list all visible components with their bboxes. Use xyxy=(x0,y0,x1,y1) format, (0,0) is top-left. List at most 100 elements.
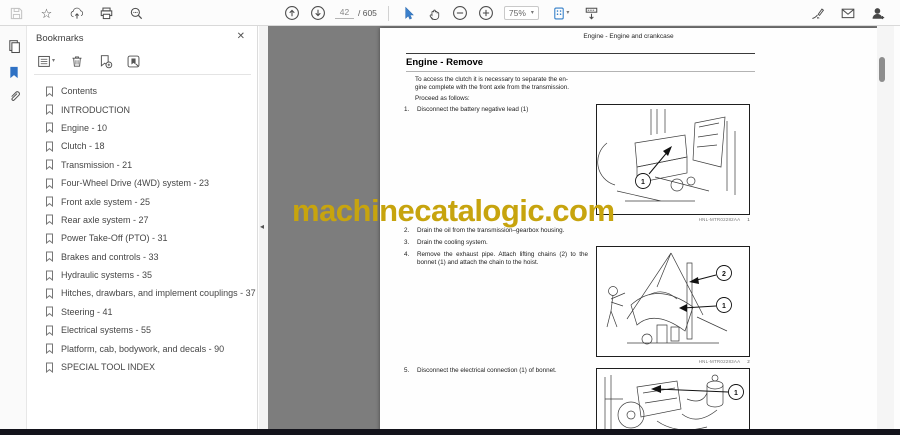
bookmarks-panel-title: Bookmarks xyxy=(36,33,84,44)
intro-line: To access the clutch it is necessary to … xyxy=(415,76,568,83)
intro-line: gine complete with the front axle from t… xyxy=(415,84,569,92)
page-total-label: / 605 xyxy=(358,8,377,18)
figure-callout: 1 xyxy=(641,179,645,186)
next-page-icon[interactable] xyxy=(309,3,326,23)
page-thumbnails-icon[interactable] xyxy=(6,38,22,54)
save-icon[interactable] xyxy=(8,3,25,23)
bookmark-label: Contents xyxy=(61,86,98,97)
running-header: Engine - Engine and crankcase xyxy=(583,33,674,40)
taskbar-edge xyxy=(0,429,900,435)
fit-width-icon[interactable] xyxy=(583,3,600,23)
print-icon[interactable] xyxy=(98,3,115,23)
panel-splitter[interactable]: ◂ xyxy=(259,26,268,429)
attachments-icon[interactable] xyxy=(6,88,22,104)
bookmark-label: Brakes and controls - 33 xyxy=(61,251,159,262)
step-1: 1. Disconnect the battery negative lead (… xyxy=(404,106,588,114)
bookmark-label: SPECIAL TOOL INDEX xyxy=(61,362,156,373)
bookmark-label: Power Take-Off (PTO) - 31 xyxy=(61,233,168,244)
bookmark-options-icon[interactable]: ▾ xyxy=(35,53,57,69)
figure-callout: 1 xyxy=(722,303,726,310)
search-icon[interactable] xyxy=(128,3,145,23)
bookmark-item-4wd[interactable]: Four-Wheel Drive (4WD) system - 23 xyxy=(27,174,258,192)
step-text: Drain the cooling system. xyxy=(417,239,488,246)
figure-caption-code: HNL-MTR02282AA xyxy=(698,217,741,222)
bookmark-label: Hitches, drawbars, and implement couplin… xyxy=(61,288,256,299)
step-3: 3. Drain the cooling system. xyxy=(404,239,588,247)
bookmarks-panel: Bookmarks ✕ ▾ Contents INTRODUCTION Engi… xyxy=(27,26,258,435)
bookmark-item-electrical[interactable]: Electrical systems - 55 xyxy=(27,321,258,339)
figure-callout: 1 xyxy=(734,390,738,397)
collapse-panel-icon[interactable]: ◂ xyxy=(260,222,264,231)
bookmark-item-front-axle[interactable]: Front axle system - 25 xyxy=(27,192,258,210)
bookmark-item-rear-axle[interactable]: Rear axle system - 27 xyxy=(27,211,258,229)
toolbar-share-group xyxy=(809,0,886,26)
step-number: 4. xyxy=(404,251,410,258)
hand-tool-icon[interactable] xyxy=(426,3,443,23)
bookmark-item-clutch[interactable]: Clutch - 18 xyxy=(27,137,258,155)
bookmarks-panel-icon[interactable] xyxy=(6,64,22,80)
step-text: Remove the exhaust pipe. Attach lifting … xyxy=(417,251,588,267)
previous-page-icon[interactable] xyxy=(283,3,300,23)
cloud-upload-icon[interactable] xyxy=(68,3,85,23)
chevron-down-icon: ▾ xyxy=(51,58,55,64)
step-5: 5. Disconnect the electrical connection (… xyxy=(404,367,588,375)
sign-document-icon[interactable] xyxy=(809,3,826,23)
favorite-star-icon[interactable]: ☆ xyxy=(38,3,55,23)
bookmark-label: Electrical systems - 55 xyxy=(61,325,152,336)
zoom-level-select[interactable]: 75% ▾ xyxy=(503,6,539,20)
chevron-down-icon: ▾ xyxy=(530,10,534,16)
figure-bonnet-lifting-illustration: 2 1 xyxy=(596,246,750,357)
bookmark-label: Transmission - 21 xyxy=(61,159,133,170)
divider xyxy=(406,53,755,54)
step-4: 4. Remove the exhaust pipe. Attach liftin… xyxy=(404,251,588,267)
site-watermark: machinecatalogic.com xyxy=(292,193,615,228)
bookmarks-list: Contents INTRODUCTION Engine - 10 Clutch… xyxy=(27,82,258,376)
zoom-in-icon[interactable] xyxy=(478,3,495,23)
fit-page-icon[interactable]: ▾ xyxy=(548,3,574,23)
step-text: Disconnect the battery negative lead (1) xyxy=(417,106,529,113)
bookmark-item-transmission[interactable]: Transmission - 21 xyxy=(27,156,258,174)
bookmark-item-hitches[interactable]: Hitches, drawbars, and implement couplin… xyxy=(27,284,258,302)
bookmark-item-brakes[interactable]: Brakes and controls - 33 xyxy=(27,248,258,266)
bookmark-label: INTRODUCTION xyxy=(61,104,130,115)
bookmark-label: Clutch - 18 xyxy=(61,141,105,152)
bookmark-label: Steering - 41 xyxy=(61,306,113,317)
chevron-down-icon: ▾ xyxy=(566,10,570,16)
locate-bookmark-icon[interactable] xyxy=(125,53,141,69)
page-number-input[interactable]: 42 xyxy=(335,7,354,19)
close-icon[interactable]: ✕ xyxy=(237,31,245,42)
bookmark-label: Front axle system - 25 xyxy=(61,196,151,207)
bookmark-item-contents[interactable]: Contents xyxy=(27,82,258,100)
bookmark-item-special-tools[interactable]: SPECIAL TOOL INDEX xyxy=(27,358,258,376)
add-bookmark-icon[interactable] xyxy=(97,53,113,69)
toolbar-file-group: ☆ xyxy=(8,0,145,26)
bookmark-item-introduction[interactable]: INTRODUCTION xyxy=(27,100,258,118)
pdf-reader-window: ☆ 42 / 605 75% ▾ ▾ Bookmarks ✕ ▾ Content… xyxy=(0,0,900,435)
toolbar-nav-group: 42 / 605 75% ▾ ▾ xyxy=(283,0,600,26)
scrollbar-thumb[interactable] xyxy=(879,57,885,82)
toolbar-divider xyxy=(387,5,389,21)
figure-battery-illustration: 1 xyxy=(596,104,750,215)
navigation-rail xyxy=(0,26,27,435)
bookmark-item-engine[interactable]: Engine - 10 xyxy=(27,119,258,137)
account-add-icon[interactable] xyxy=(869,3,886,23)
delete-bookmark-icon[interactable] xyxy=(69,53,85,69)
zoom-level-value: 75% xyxy=(508,8,526,18)
figure-electrical-connection-illustration: 1 xyxy=(596,368,750,429)
mail-icon[interactable] xyxy=(839,3,856,23)
figure-caption: HNL-MTR02282AA 1 xyxy=(596,217,750,222)
bookmark-item-platform[interactable]: Platform, cab, bodywork, and decals - 90 xyxy=(27,339,258,357)
vertical-scrollbar[interactable] xyxy=(877,26,894,429)
divider xyxy=(406,71,755,72)
bookmark-item-hydraulic[interactable]: Hydraulic systems - 35 xyxy=(27,266,258,284)
intro-paragraph: To access the clutch it is necessary to … xyxy=(415,76,573,92)
bookmark-item-steering[interactable]: Steering - 41 xyxy=(27,303,258,321)
zoom-out-icon[interactable] xyxy=(452,3,469,23)
window-edge xyxy=(894,26,900,429)
step-text: Disconnect the electrical connection (1)… xyxy=(417,367,557,374)
bookmarks-toolbar: ▾ xyxy=(35,53,141,69)
divider xyxy=(34,74,251,75)
bookmark-item-pto[interactable]: Power Take-Off (PTO) - 31 xyxy=(27,229,258,247)
page-number-box: 42 / 605 xyxy=(335,7,377,19)
select-tool-icon[interactable] xyxy=(400,3,417,23)
